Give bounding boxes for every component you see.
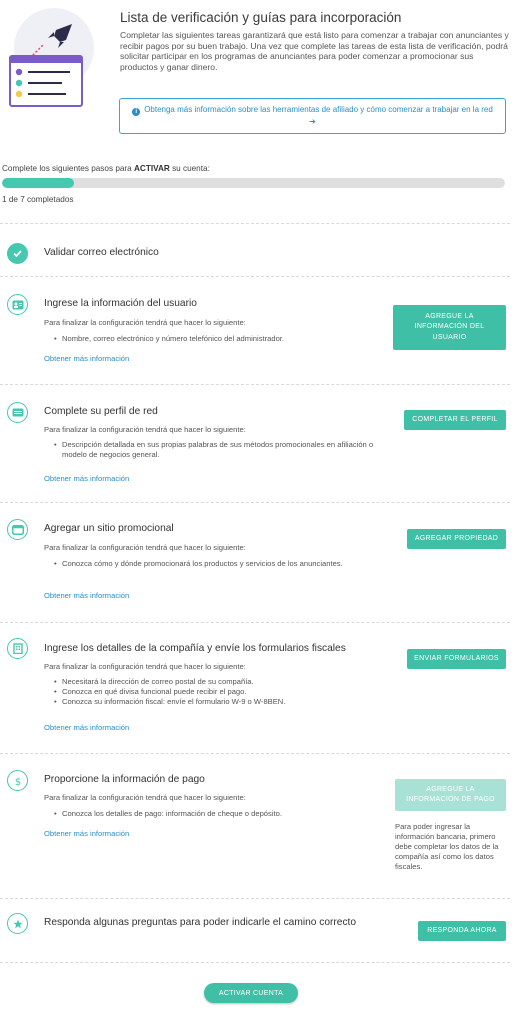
step-title-questions: Responda algunas preguntas para poder in… <box>44 917 357 928</box>
more-info-link[interactable]: Obtener más información <box>44 474 129 483</box>
more-info-link[interactable]: Obtener más información <box>44 723 129 732</box>
browser-window-icon <box>7 519 28 540</box>
step-title-promo-site: Agregar un sitio promocional <box>44 523 174 534</box>
list-item: Necesitará la dirección de correo postal… <box>54 677 374 687</box>
rocket-checklist-illustration <box>9 8 94 107</box>
check-icon <box>7 243 28 264</box>
activate-account-button[interactable]: ACTIVAR CUENTA <box>204 983 298 1003</box>
step-title-validate-email: Validar correo electrónico <box>44 247 159 258</box>
progress-count: 1 de 7 completados <box>2 195 74 204</box>
step-requirements: Conozca los detalles de pago: informació… <box>54 809 374 819</box>
progress-label: Complete los siguientes pasos para ACTIV… <box>2 164 210 173</box>
step-subtitle: Para finalizar la configuración tendrá q… <box>44 662 246 671</box>
page-title: Lista de verificación y guías para incor… <box>120 10 402 25</box>
step-subtitle: Para finalizar la configuración tendrá q… <box>44 543 246 552</box>
add-user-info-button[interactable]: AGREGUE LA INFORMACIÓN DEL USUARIO <box>393 305 506 350</box>
payment-requirement-note: Para poder ingresar la información banca… <box>395 822 499 871</box>
list-item: Conozca su información fiscal: envíe el … <box>54 697 374 707</box>
progress-label-prefix: Complete los siguientes pasos para <box>2 164 132 173</box>
step-title-network-profile: Complete su perfil de red <box>44 406 158 417</box>
complete-profile-button[interactable]: COMPLETAR EL PERFIL <box>404 410 506 430</box>
onboarding-header: Lista de verificación y guías para incor… <box>0 0 531 150</box>
divider <box>0 962 510 963</box>
list-item: Nombre, correo electrónico y número tele… <box>54 334 374 344</box>
answer-now-button[interactable]: RESPONDA AHORA <box>418 921 506 941</box>
divider <box>0 622 510 623</box>
progress-label-suffix: su cuenta: <box>172 164 210 173</box>
affiliate-info-link[interactable]: i Obtenga más información sobre las herra… <box>119 98 506 134</box>
more-info-link[interactable]: Obtener más información <box>44 829 129 838</box>
step-subtitle: Para finalizar la configuración tendrá q… <box>44 425 246 434</box>
progress-label-bold: ACTIVAR <box>134 164 170 173</box>
star-icon <box>7 913 28 934</box>
divider <box>0 502 510 503</box>
info-link-text: Obtenga más información sobre las herram… <box>144 105 493 114</box>
header-description: Completar las siguientes tareas garantiz… <box>120 30 509 72</box>
divider <box>0 276 510 277</box>
divider <box>0 898 510 899</box>
divider <box>0 223 510 224</box>
list-item: Descripción detallada en sus propias pal… <box>54 440 374 460</box>
list-item: Conozca en qué divisa funcional puede re… <box>54 687 374 697</box>
progress-bar-fill <box>2 178 74 188</box>
step-subtitle: Para finalizar la configuración tendrá q… <box>44 318 246 327</box>
svg-text:$: $ <box>14 777 20 787</box>
user-card-icon <box>7 294 28 315</box>
add-payment-info-button[interactable]: AGREGUE LA INFORMACIÓN DE PAGO <box>395 779 506 811</box>
submit-forms-button[interactable]: ENVIAR FORMULARIOS <box>407 649 506 669</box>
add-property-button[interactable]: AGREGAR PROPIEDAD <box>407 529 506 549</box>
info-icon: i <box>132 108 141 116</box>
step-requirements: Nombre, correo electrónico y número tele… <box>54 334 374 344</box>
profile-card-icon <box>7 402 28 423</box>
step-requirements: Descripción detallada en sus propias pal… <box>54 440 374 460</box>
more-info-link[interactable]: Obtener más información <box>44 591 129 600</box>
step-title-user-info: Ingrese la información del usuario <box>44 298 197 309</box>
divider <box>0 753 510 754</box>
step-title-payment-info: Proporcione la información de pago <box>44 774 205 785</box>
more-info-link[interactable]: Obtener más información <box>44 354 129 363</box>
dollar-icon: $ <box>7 770 28 791</box>
step-requirements: Necesitará la dirección de correo postal… <box>54 677 374 707</box>
step-subtitle: Para finalizar la configuración tendrá q… <box>44 793 246 802</box>
divider <box>0 384 510 385</box>
progress-bar <box>2 178 505 188</box>
list-item: Conozca cómo y dónde promocionará los pr… <box>54 559 374 569</box>
building-icon <box>7 638 28 659</box>
arrow-right-icon: ➔ <box>309 117 316 126</box>
step-title-company-details: Ingrese los detalles de la compañía y en… <box>44 643 346 654</box>
step-requirements: Conozca cómo y dónde promocionará los pr… <box>54 559 374 569</box>
list-item: Conozca los detalles de pago: informació… <box>54 809 374 819</box>
